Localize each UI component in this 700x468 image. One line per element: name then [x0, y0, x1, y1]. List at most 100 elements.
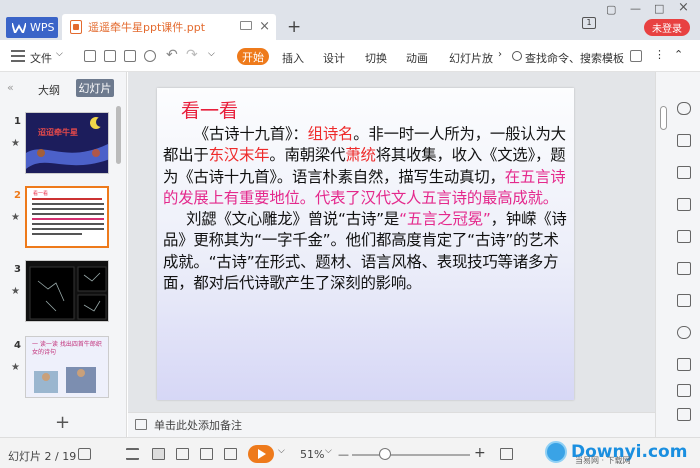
close-tab-icon[interactable]: × [259, 19, 270, 34]
text-run: 刘勰《文心雕龙》曾说“古诗”是 [186, 210, 400, 229]
file-chevron-icon[interactable]: ⌵ [56, 49, 63, 59]
more-quick-chevron-icon[interactable]: ⌵ [208, 49, 215, 59]
thumb-caption-1: 迢迢牵牛星 [38, 128, 78, 137]
animation-star-icon: ★ [11, 286, 20, 297]
wps-home-tab[interactable]: WPS [6, 17, 58, 38]
text-run: 《古诗十九首》： [193, 125, 308, 143]
save-icon[interactable] [84, 50, 96, 62]
panel-scrollbar[interactable] [116, 106, 121, 164]
normal-view-icon[interactable] [152, 448, 165, 460]
file-menu[interactable]: 文件 [30, 50, 52, 66]
thumb-number-4: 4 [14, 340, 21, 351]
window-count-badge[interactable]: 1 [582, 17, 596, 29]
tab-animation[interactable]: 动画 [406, 50, 428, 66]
menu-icon[interactable] [11, 50, 25, 62]
title-bar: WPS 遥遥牵牛星ppt课件.ppt × + 1 ▢ — □ × 未登录 [0, 0, 700, 40]
maximize-icon[interactable]: □ [654, 2, 664, 15]
zoom-in-button[interactable]: + [474, 445, 486, 461]
reading-view-icon[interactable] [200, 448, 213, 460]
constellation-thumb-art [29, 266, 107, 320]
help-icon[interactable] [677, 326, 691, 339]
zoom-slider-knob[interactable] [379, 448, 391, 460]
slide-thumb-2[interactable]: 看一看 [25, 186, 109, 248]
zoom-slider[interactable] [352, 454, 470, 456]
slide-title[interactable]: 看一看 [181, 96, 238, 123]
template-icon[interactable] [677, 294, 691, 307]
tab-slideshow[interactable]: 幻灯片放 [449, 50, 499, 66]
spellcheck-icon[interactable] [78, 448, 91, 460]
share-icon[interactable] [677, 408, 691, 421]
login-button[interactable]: 未登录 [644, 19, 690, 36]
zoom-chevron-icon[interactable]: ⌵ [325, 446, 332, 456]
add-slide-button[interactable]: + [55, 412, 70, 433]
format-icon[interactable] [677, 134, 691, 147]
slide-panel: « 大纲 幻灯片 1 ★ 迢迢牵牛星 2 ★ 看一看 3 ★ 4 ★ 一 读一读… [0, 72, 127, 437]
ribbon-toolbar: 文件 ⌵ ↶ ↷ ⌵ 开始 插入 设计 切换 动画 幻灯片放 › 查找命令、搜索… [0, 40, 700, 72]
document-tab[interactable]: 遥遥牵牛星ppt课件.ppt × [62, 14, 276, 40]
play-slideshow-button[interactable] [248, 445, 274, 463]
notes-pane[interactable]: 单击此处添加备注 [128, 412, 655, 437]
thumb-number-3: 3 [14, 264, 21, 275]
panel-tabs: « 大纲 幻灯片 [0, 72, 127, 100]
canvas-scrollbar-thumb[interactable] [660, 106, 667, 130]
output-icon[interactable] [104, 50, 116, 62]
shape-icon[interactable] [677, 166, 691, 179]
image-icon[interactable] [677, 358, 691, 371]
slide-thumb-1[interactable]: 迢迢牵牛星 [25, 112, 109, 174]
transition-icon[interactable] [677, 262, 691, 275]
redo-icon[interactable]: ↷ [186, 47, 198, 63]
text-run: 组诗名 [307, 125, 354, 143]
downyi-logo-icon [545, 441, 567, 463]
text-run: “五言之冠冕” [399, 210, 491, 229]
night-sky-thumb-art [26, 117, 108, 169]
animation-star-icon: ★ [11, 362, 20, 373]
print-icon[interactable] [124, 50, 136, 62]
slide-thumb-3[interactable] [25, 260, 109, 322]
figures-thumb-art [34, 367, 96, 393]
current-slide[interactable]: 看一看 《古诗十九首》：组诗名。非一时一人所为，一般认为大都出于东汉末年。南朝梁… [157, 88, 574, 400]
tab-design[interactable]: 设计 [323, 50, 345, 66]
tab-insert[interactable]: 插入 [282, 50, 304, 66]
thumb-text-lines [32, 198, 104, 238]
animation-pane-icon[interactable] [677, 230, 691, 243]
beautify-icon[interactable] [677, 102, 691, 115]
tab-start[interactable]: 开始 [237, 48, 269, 65]
more-icon[interactable]: ⋮ [654, 48, 665, 61]
watermark-sub: 当易网 · 下载网 [575, 456, 631, 465]
thumb-number-1: 1 [14, 116, 21, 127]
new-tab-button[interactable]: + [287, 17, 301, 37]
slide-counter: 幻灯片 2 / 19 [8, 450, 77, 463]
collapse-panel-icon[interactable]: « [7, 81, 14, 94]
fit-window-icon[interactable] [500, 448, 513, 460]
text-run: 萧统 [345, 146, 376, 165]
play-options-chevron-icon[interactable]: ⌵ [278, 446, 285, 456]
audio-icon[interactable] [677, 384, 691, 397]
notes-view-icon[interactable] [224, 448, 237, 460]
tab-slides[interactable]: 幻灯片 [76, 79, 114, 97]
search-icon[interactable] [512, 51, 522, 61]
document-tab-label: 遥遥牵牛星ppt课件.ppt [88, 21, 206, 34]
notes-placeholder: 单击此处添加备注 [154, 419, 242, 432]
slide-thumb-4[interactable]: 一 读一读 找出四首牛郎织女的诗句 [25, 336, 109, 398]
screen-icon[interactable] [240, 21, 252, 30]
close-window-icon[interactable]: × [678, 0, 689, 15]
list-view-icon[interactable] [126, 448, 139, 460]
sorter-view-icon[interactable] [176, 448, 189, 460]
zoom-out-button[interactable]: — [338, 448, 349, 461]
minimize-icon[interactable]: — [630, 2, 641, 15]
properties-icon[interactable] [677, 198, 691, 211]
tab-switch[interactable]: 切换 [365, 50, 387, 66]
preview-icon[interactable] [144, 50, 156, 62]
search-box[interactable]: 查找命令、搜索模板 [525, 50, 624, 66]
tab-outline[interactable]: 大纲 [38, 82, 60, 98]
zoom-level[interactable]: 51% [300, 448, 324, 461]
slide-body[interactable]: 《古诗十九首》：组诗名。非一时一人所为，一般认为大都出于东汉末年。南朝梁代萧统将… [163, 124, 573, 294]
animation-star-icon: ★ [11, 212, 20, 223]
collab-icon[interactable] [630, 50, 642, 62]
undo-icon[interactable]: ↶ [166, 47, 178, 63]
collapse-ribbon-icon[interactable]: ⌃ [674, 48, 683, 61]
skin-icon[interactable]: ▢ [606, 3, 616, 16]
scroll-tabs-icon[interactable]: › [498, 49, 502, 60]
text-run: 东汉末年 [208, 146, 270, 165]
paragraph-1: 《古诗十九首》：组诗名。非一时一人所为，一般认为大都出于东汉末年。南朝梁代萧统将… [163, 124, 573, 209]
